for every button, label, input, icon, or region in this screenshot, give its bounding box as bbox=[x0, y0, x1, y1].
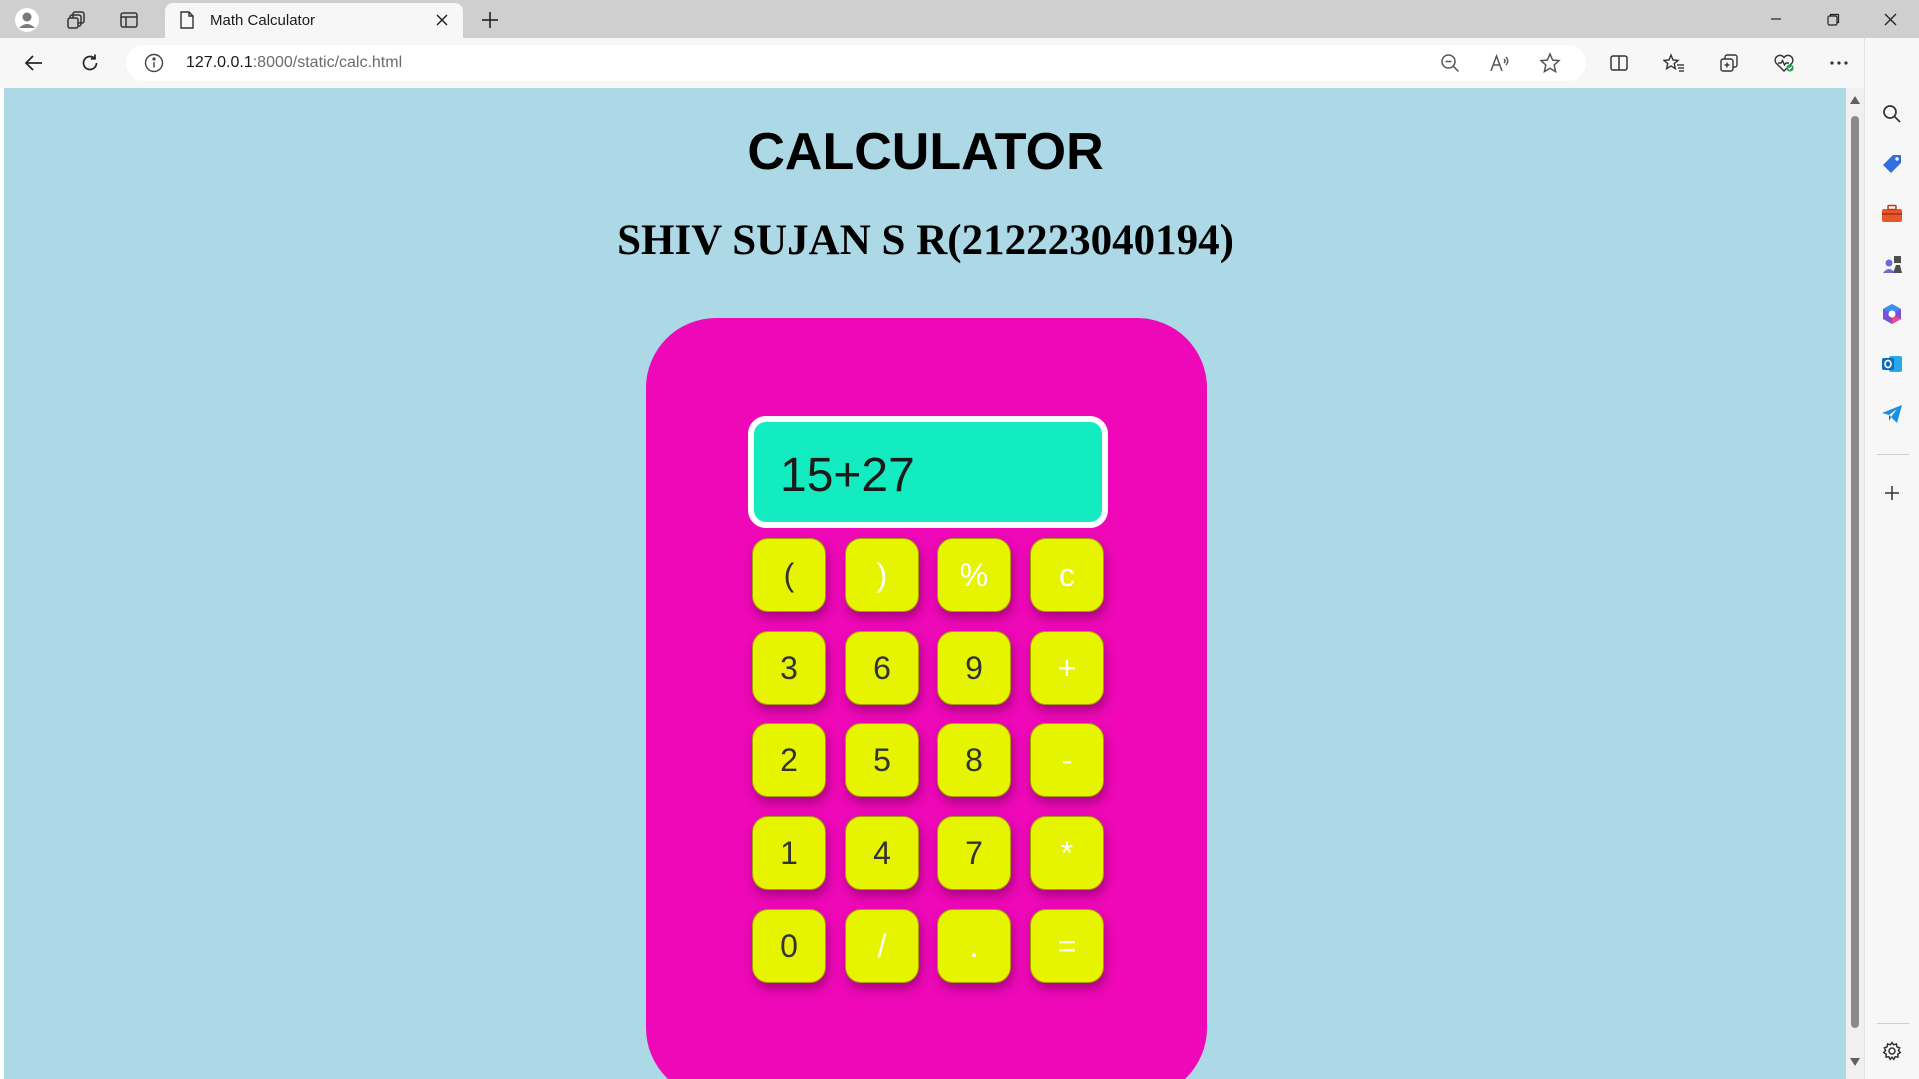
browser-toolbar: 127.0.0.1:8000/static/calc.html bbox=[0, 38, 1919, 88]
split-screen-icon[interactable] bbox=[1601, 45, 1637, 81]
key-1[interactable]: 1 bbox=[752, 816, 826, 890]
microsoft365-icon[interactable] bbox=[1874, 296, 1910, 332]
display-value: 15+27 bbox=[780, 449, 915, 502]
key-percent[interactable]: % bbox=[937, 538, 1011, 612]
page-viewport: CALCULATOR SHIV SUJAN S R(212223040194) … bbox=[4, 88, 1846, 1079]
favorites-icon[interactable] bbox=[1656, 45, 1692, 81]
sidebar-divider bbox=[1877, 454, 1909, 455]
address-bar[interactable]: 127.0.0.1:8000/static/calc.html bbox=[126, 45, 1586, 81]
scroll-down-icon[interactable] bbox=[1850, 1058, 1860, 1066]
key-6[interactable]: 6 bbox=[845, 631, 919, 705]
tab-actions-icon[interactable] bbox=[114, 5, 144, 35]
scrollbar-thumb[interactable] bbox=[1851, 116, 1859, 1028]
browser-essentials-icon[interactable] bbox=[1766, 45, 1802, 81]
key-plus[interactable]: + bbox=[1030, 631, 1104, 705]
url-host: 127.0.0.1 bbox=[186, 54, 253, 71]
tools-icon[interactable] bbox=[1874, 196, 1910, 232]
refresh-icon[interactable] bbox=[72, 45, 108, 81]
tab-strip: Math Calculator bbox=[0, 0, 1919, 38]
key-9[interactable]: 9 bbox=[937, 631, 1011, 705]
minimize-icon[interactable] bbox=[1748, 0, 1804, 38]
key-decimal[interactable]: . bbox=[937, 909, 1011, 983]
key-5[interactable]: 5 bbox=[845, 723, 919, 797]
search-icon[interactable] bbox=[1874, 96, 1910, 132]
collections-icon[interactable] bbox=[1711, 45, 1747, 81]
key-divide[interactable]: / bbox=[845, 909, 919, 983]
site-info-icon[interactable] bbox=[144, 53, 164, 78]
more-icon[interactable] bbox=[1821, 45, 1857, 81]
calculator-display: 15+27 bbox=[748, 416, 1108, 528]
sidebar-divider-bottom bbox=[1877, 1023, 1909, 1024]
read-aloud-icon[interactable] bbox=[1482, 45, 1518, 81]
telegram-icon[interactable] bbox=[1874, 396, 1910, 432]
shopping-icon[interactable] bbox=[1874, 146, 1910, 182]
page-subtitle: SHIV SUJAN S R(212223040194) bbox=[617, 217, 1234, 264]
close-window-icon[interactable] bbox=[1862, 0, 1918, 38]
games-icon[interactable] bbox=[1874, 246, 1910, 282]
add-icon[interactable] bbox=[1874, 475, 1910, 511]
back-icon[interactable] bbox=[16, 45, 52, 81]
scroll-up-icon[interactable] bbox=[1850, 96, 1860, 104]
edge-sidebar bbox=[1864, 38, 1919, 1079]
favorite-star-icon[interactable] bbox=[1532, 45, 1568, 81]
settings-icon[interactable] bbox=[1874, 1033, 1910, 1069]
key-0[interactable]: 0 bbox=[752, 909, 826, 983]
key-clear[interactable]: c bbox=[1030, 538, 1104, 612]
key-7[interactable]: 7 bbox=[937, 816, 1011, 890]
key-8[interactable]: 8 bbox=[937, 723, 1011, 797]
active-tab[interactable]: Math Calculator bbox=[165, 3, 463, 38]
restore-icon[interactable] bbox=[1805, 0, 1861, 38]
page-title: CALCULATOR bbox=[747, 123, 1104, 181]
close-tab-icon[interactable] bbox=[431, 9, 453, 31]
workspaces-icon[interactable] bbox=[62, 5, 92, 35]
key-3[interactable]: 3 bbox=[752, 631, 826, 705]
key-2[interactable]: 2 bbox=[752, 723, 826, 797]
url-text[interactable]: 127.0.0.1:8000/static/calc.html bbox=[186, 54, 402, 72]
key-4[interactable]: 4 bbox=[845, 816, 919, 890]
tab-title: Math Calculator bbox=[210, 12, 316, 29]
profile-icon[interactable] bbox=[12, 5, 42, 35]
new-tab-icon[interactable] bbox=[475, 5, 505, 35]
page-icon bbox=[179, 11, 195, 34]
key-multiply[interactable]: * bbox=[1030, 816, 1104, 890]
url-path: :8000/static/calc.html bbox=[252, 54, 403, 71]
calculator-body: 15+27 ( ) % c 3 6 9 + 2 5 8 - 1 4 7 * 0 … bbox=[646, 318, 1207, 1079]
key-open-paren[interactable]: ( bbox=[752, 538, 826, 612]
key-minus[interactable]: - bbox=[1030, 723, 1104, 797]
vertical-scrollbar[interactable] bbox=[1846, 88, 1864, 1079]
key-close-paren[interactable]: ) bbox=[845, 538, 919, 612]
zoom-out-icon[interactable] bbox=[1432, 45, 1468, 81]
key-equals[interactable]: = bbox=[1030, 909, 1104, 983]
outlook-icon[interactable] bbox=[1874, 346, 1910, 382]
